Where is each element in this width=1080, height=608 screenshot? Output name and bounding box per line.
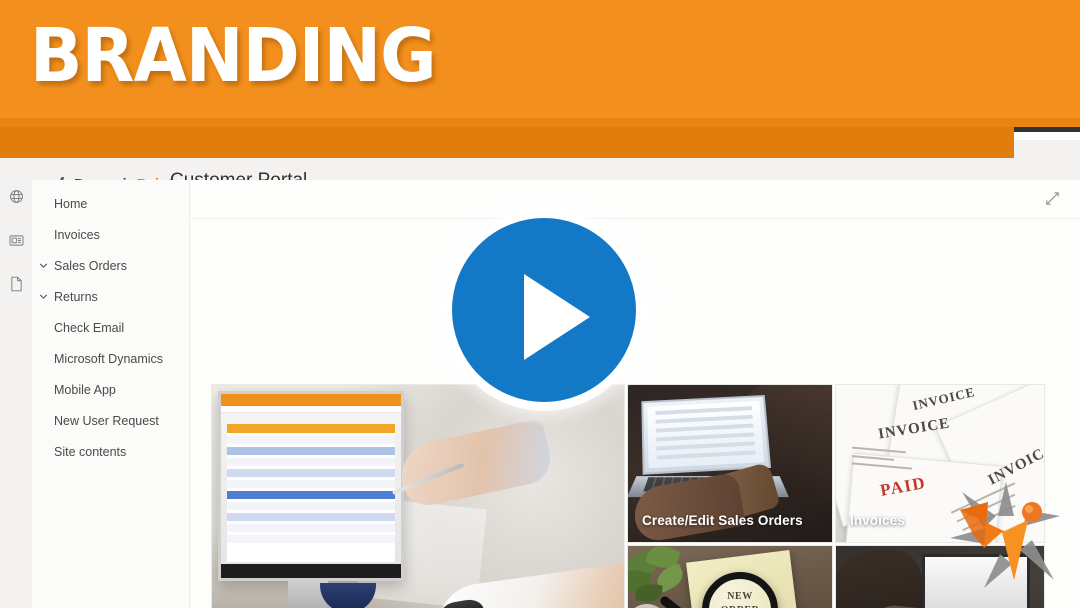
dynamicpoint-logo-watermark xyxy=(944,476,1066,594)
chevron-down-icon[interactable] xyxy=(38,291,50,303)
nav-item-invoices[interactable]: Invoices xyxy=(32,219,189,250)
hero-tile-grid: Sales Orders LEARN MORE xyxy=(212,385,1044,608)
nav-label: Mobile App xyxy=(54,382,116,397)
document-icon[interactable] xyxy=(0,262,32,306)
nav-label: Check Email xyxy=(54,320,125,335)
magnifier-text: NEW ORDER xyxy=(710,590,770,608)
nav-label: Site contents xyxy=(54,444,127,459)
tile-title: Create/Edit Sales Orders xyxy=(642,512,803,528)
expand-icon[interactable] xyxy=(1044,190,1064,210)
video-play-button[interactable] xyxy=(429,195,659,425)
app-rail xyxy=(0,174,32,608)
screenshot-root: DynamicPoint Customer Portal ★ Following xyxy=(0,0,1080,608)
left-navigation: Home Invoices Sales Orders Returns Check… xyxy=(32,180,190,608)
nav-item-home[interactable]: Home xyxy=(32,188,189,219)
tile-service-orders-create-new[interactable]: NEW ORDER Service Orders - Create New xyxy=(628,546,832,608)
nav-label: Sales Orders xyxy=(54,258,127,273)
nav-label: Microsoft Dynamics xyxy=(54,351,164,366)
news-icon[interactable] xyxy=(0,218,32,262)
banner-strip-dark xyxy=(0,127,1014,158)
tile-create-edit-sales-orders[interactable]: Create/Edit Sales Orders xyxy=(628,385,832,542)
tile-photo-magnifier-note: NEW ORDER xyxy=(628,546,832,608)
nav-label: New User Request xyxy=(54,413,159,428)
nav-label: Invoices xyxy=(54,227,100,242)
banner-strip-light xyxy=(0,118,1080,127)
play-icon[interactable] xyxy=(443,209,645,411)
banner-title: BRANDING xyxy=(30,13,437,99)
magnifier-line-2: ORDER xyxy=(721,605,760,608)
branding-banner: BRANDING xyxy=(0,0,1080,158)
nav-item-site-contents[interactable]: Site contents xyxy=(32,436,189,467)
tile-caption: Create/Edit Sales Orders xyxy=(628,503,832,542)
chevron-down-icon[interactable] xyxy=(38,260,50,272)
nav-label: Returns xyxy=(54,289,98,304)
magnifier-line-1: NEW xyxy=(727,591,753,602)
nav-item-returns[interactable]: Returns xyxy=(32,281,189,312)
nav-item-mobile-app[interactable]: Mobile App xyxy=(32,374,189,405)
nav-item-new-user-request[interactable]: New User Request xyxy=(32,405,189,436)
nav-item-microsoft-dynamics[interactable]: Microsoft Dynamics xyxy=(32,343,189,374)
globe-icon[interactable] xyxy=(0,174,32,218)
nav-item-check-email[interactable]: Check Email xyxy=(32,312,189,343)
nav-label: Home xyxy=(54,196,88,211)
nav-item-sales-orders[interactable]: Sales Orders xyxy=(32,250,189,281)
